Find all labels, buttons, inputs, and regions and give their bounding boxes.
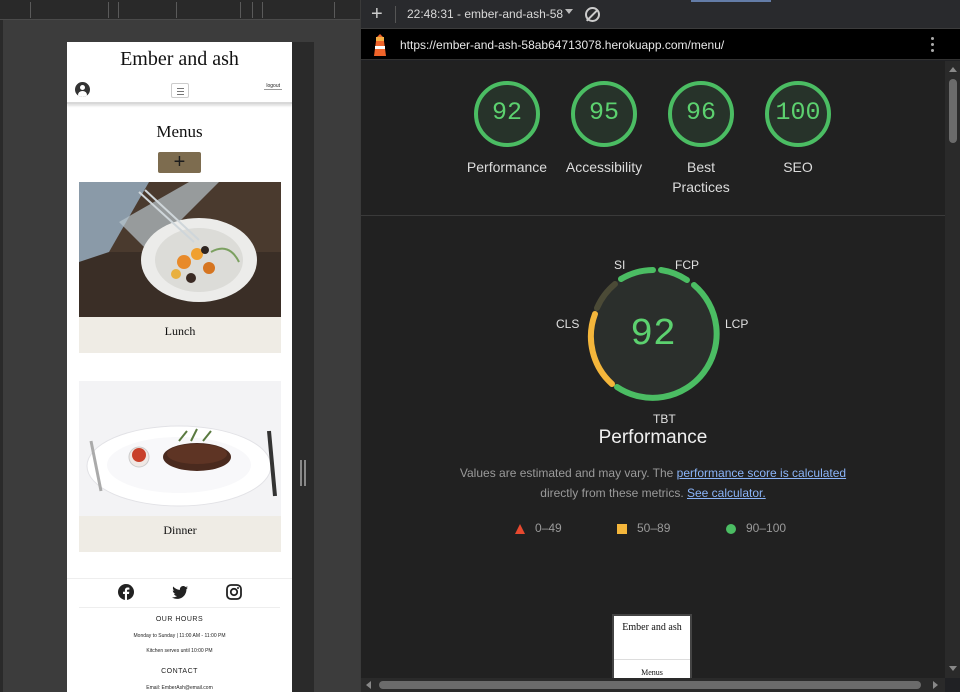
vertical-scrollbar[interactable] [945,61,960,678]
scroll-up-icon[interactable] [949,67,957,72]
add-menu-button[interactable]: + [158,152,201,173]
device-resize-handle[interactable] [292,42,314,692]
kitchen-hours-line: Kitchen serves until 10:00 PM [146,648,213,654]
lunch-photo [79,182,281,317]
legend-range: 50–89 [637,521,671,535]
metric-label-lcp: LCP [725,317,749,331]
user-account-icon[interactable] [75,82,90,97]
legend-average: 50–89 [617,521,670,535]
contact-heading: CONTACT [161,668,198,675]
menu-card-dinner[interactable]: Dinner [79,381,281,552]
instagram-icon[interactable] [226,584,242,600]
horizontal-scrollbar[interactable] [361,678,945,692]
gauge-score: 100 [775,98,821,127]
ruler-mark [176,2,177,18]
legend-range: 0–49 [535,521,562,535]
ruler-mark [30,2,31,18]
performance-title: Performance [598,427,708,448]
section-divider [361,215,945,216]
menu-card-label: Lunch [164,324,196,338]
metric-label-si: SI [614,258,626,272]
report-body: 92 Performance 95 Accessibility 96 Best … [361,61,945,680]
device-viewport: Ember and ash logout Menus + Lunch Dinne… [67,42,292,692]
gauge-score: 95 [588,98,619,127]
menu-card-label: Dinner [163,523,197,537]
hours-line: Monday to Sunday | 11:00 AM - 11:00 PM [133,633,226,639]
gauge-title: Best Practices [672,159,730,195]
legend-fail: 0–49 [515,521,562,535]
report-url[interactable]: https://ember-and-ash-58ab64713078.herok… [400,38,724,52]
device-ruler-left [0,20,3,692]
facebook-icon[interactable] [118,584,134,600]
performance-description: Values are estimated and may vary. The p… [431,463,875,503]
scrollbar-thumb[interactable] [949,79,957,143]
thumbnail-navbar [614,648,690,660]
device-emulation-pane: Ember and ash logout Menus + Lunch Dinne… [0,0,360,692]
ruler-mark [252,2,253,18]
scroll-right-icon[interactable] [933,681,938,689]
device-ruler [0,0,360,20]
scroll-left-icon[interactable] [366,681,371,689]
scroll-down-icon[interactable] [949,666,957,671]
page-screenshot-thumbnail[interactable]: Ember and ash Menus [612,614,692,680]
active-tab-indicator [691,0,771,2]
ruler-mark [334,2,335,18]
gauge-title: Performance [466,159,548,175]
ruler-mark [118,2,119,18]
clear-reports-icon[interactable] [585,7,600,22]
menus-heading: Menus [156,122,203,141]
gauge-title: SEO [783,159,813,175]
new-report-icon[interactable]: + [371,3,383,25]
score-calculated-link[interactable]: performance score is calculated [677,466,846,480]
report-selector[interactable]: 22:48:31 - ember-and-ash-58ab64713078.he… [407,7,563,21]
social-links [67,584,292,602]
legend-range: 90–100 [746,521,787,535]
ruler-mark [240,2,241,18]
dinner-photo [79,381,281,516]
lighthouse-icon [374,34,386,56]
twitter-icon[interactable] [172,584,188,600]
site-title[interactable]: Ember and ash [67,48,292,71]
thumbnail-title: Ember and ash [622,622,682,633]
metric-label-fcp: FCP [675,258,699,272]
square-icon [617,523,627,534]
resize-grip-icon[interactable] [300,460,306,486]
site-navbar: logout [67,78,292,104]
footer-divider [79,607,280,608]
logout-link[interactable]: logout [264,83,282,90]
devtools-toolbar: + 22:48:31 - ember-and-ash-58ab64713078.… [361,0,960,29]
ruler-mark [108,2,109,18]
gauge-title: Accessibility [565,159,643,175]
desc-text: directly from these metrics. [540,486,687,500]
circle-icon [726,523,736,534]
contact-email[interactable]: Email: EmberAsh@email.com [67,685,292,691]
legend-pass: 90–100 [726,521,786,535]
menu-card-lunch[interactable]: Lunch [79,182,281,353]
lighthouse-panel: + 22:48:31 - ember-and-ash-58ab64713078.… [360,0,960,692]
gauge-score: 92 [491,98,522,127]
scrollbar-thumb[interactable] [379,681,921,689]
chevron-down-icon[interactable] [565,9,573,14]
footer-divider [67,578,292,579]
thumbnail-heading: Menus [641,668,663,677]
toolbar-separator [395,6,396,23]
triangle-icon [515,523,525,534]
report-url-bar: https://ember-and-ash-58ab64713078.herok… [361,29,960,60]
metric-label-cls: CLS [556,317,580,331]
more-options-icon[interactable] [931,37,935,53]
hamburger-menu-icon[interactable] [171,83,189,98]
see-calculator-link[interactable]: See calculator. [687,486,766,500]
performance-score: 92 [630,313,676,356]
desc-text: Values are estimated and may vary. The [459,466,677,480]
metric-label-tbt: TBT [653,412,676,426]
ruler-mark [262,2,263,18]
gauge-score: 96 [685,98,716,127]
hours-heading: OUR HOURS [155,616,204,623]
